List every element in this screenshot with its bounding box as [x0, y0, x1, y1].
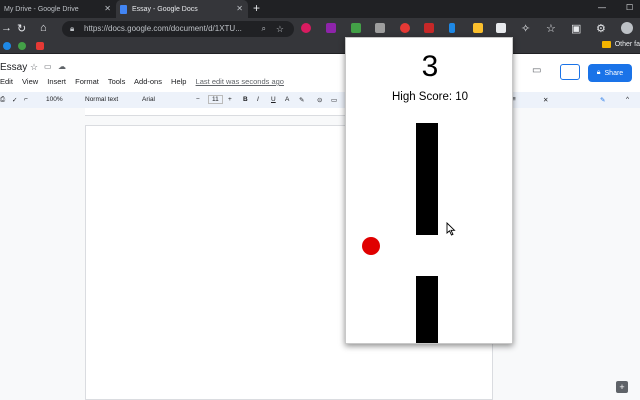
document-title[interactable]: Essay	[0, 62, 27, 73]
menu-format[interactable]: Format	[75, 77, 99, 86]
extension-icon[interactable]	[375, 23, 385, 33]
tab-title-docs: Essay - Google Docs	[132, 5, 198, 13]
tab-google-docs[interactable]: Essay - Google Docs ✕	[116, 0, 248, 18]
style-select[interactable]: Normal text	[85, 96, 118, 103]
extension-icon[interactable]	[424, 23, 434, 33]
share-label: Share	[604, 69, 624, 77]
docs-icon	[120, 4, 127, 14]
last-edit-link[interactable]: Last edit was seconds ago	[196, 77, 284, 86]
bottom-pipe	[416, 276, 438, 343]
zoom-select[interactable]: 100%	[46, 96, 63, 103]
present-button[interactable]	[560, 64, 580, 80]
extension-icon[interactable]	[449, 23, 455, 33]
current-score: 3	[421, 50, 439, 83]
minimize-icon[interactable]: —	[598, 3, 606, 12]
link-icon[interactable]: ⊝	[317, 96, 322, 104]
comment-add-icon[interactable]: ▭	[331, 96, 337, 104]
close-tab-icon[interactable]: ✕	[236, 4, 243, 13]
menu-addons[interactable]: Add-ons	[134, 77, 162, 86]
menu-tools[interactable]: Tools	[108, 77, 126, 86]
extension-icon[interactable]	[301, 23, 311, 33]
cloud-icon: ☁	[58, 62, 66, 71]
clear-format-icon[interactable]: ✕	[543, 96, 548, 104]
extension-icon[interactable]	[496, 23, 506, 33]
other-bookmarks-label: Other fa	[614, 41, 640, 48]
gear-icon[interactable]	[3, 42, 11, 50]
side-panel-toggle-icon[interactable]: +	[616, 381, 628, 393]
bookmarks-bar: Other fa	[0, 40, 640, 54]
highlight-icon[interactable]: ✎	[299, 96, 304, 104]
decrease-font-icon[interactable]: −	[196, 96, 200, 103]
favorites-icon[interactable]: ☆	[546, 22, 556, 35]
spellcheck-icon[interactable]: ✓	[12, 96, 17, 104]
menu-view[interactable]: View	[22, 77, 38, 86]
url-text: https://docs.google.com/document/d/1XTU.…	[84, 24, 242, 33]
new-tab-button[interactable]: +	[253, 1, 260, 15]
formatting-toolbar: ⎙ ✓ ⌐ 100% Normal text Arial − 11 + B I …	[0, 92, 640, 108]
collections-icon[interactable]: ▣	[571, 22, 581, 35]
menu-insert[interactable]: Insert	[47, 77, 66, 86]
underline-icon[interactable]: U	[271, 96, 276, 103]
star-icon[interactable]: ☆	[276, 21, 284, 37]
home-icon[interactable]: ⌂	[40, 22, 47, 34]
game-popup[interactable]: 3 High Score: 10	[345, 37, 513, 344]
extension-icon[interactable]	[351, 23, 361, 33]
menu-help[interactable]: Help	[171, 77, 186, 86]
print-icon[interactable]: ⎙	[0, 96, 5, 104]
extension-icon[interactable]	[326, 23, 336, 33]
player-ball	[362, 237, 380, 255]
forward-icon[interactable]: →	[1, 22, 12, 34]
docs-header: Essay ☆ ▭ ☁ Edit View Insert Format Tool…	[0, 54, 640, 92]
lock-icon: 🔒︎	[596, 69, 601, 76]
star-icon[interactable]: ☆	[30, 62, 38, 73]
other-bookmarks[interactable]: Other fa	[601, 41, 640, 48]
extension-icon[interactable]	[400, 23, 410, 33]
top-pipe	[416, 123, 438, 235]
address-bar[interactable]: 🔒︎ https://docs.google.com/document/d/1X…	[62, 21, 294, 37]
menu-edit[interactable]: Edit	[0, 77, 13, 86]
chevron-up-icon[interactable]: ^	[626, 96, 629, 103]
comment-icon[interactable]: ▭	[532, 65, 541, 76]
bold-icon[interactable]: B	[243, 96, 248, 103]
font-size-input[interactable]: 11	[208, 95, 223, 104]
editing-mode-icon[interactable]: ✎	[600, 96, 605, 104]
tab-google-drive[interactable]: My Drive - Google Drive ✕	[0, 0, 116, 18]
bookmark-icon[interactable]	[36, 42, 44, 50]
italic-icon[interactable]: I	[257, 96, 259, 103]
tab-strip: My Drive - Google Drive ✕ Essay - Google…	[0, 0, 640, 18]
window-icon[interactable]: ☐	[626, 3, 633, 12]
puzzle-icon[interactable]: ✧	[521, 22, 530, 35]
bookmark-icon[interactable]	[18, 42, 26, 50]
tab-title-drive: My Drive - Google Drive	[4, 5, 79, 13]
increase-font-icon[interactable]: +	[228, 96, 232, 103]
menu-bar: Edit View Insert Format Tools Add-ons He…	[0, 77, 291, 86]
folder-icon	[601, 41, 611, 48]
close-tab-icon[interactable]: ✕	[104, 4, 111, 13]
folder-icon[interactable]: ▭	[44, 62, 52, 71]
reload-icon[interactable]: ↻	[17, 22, 26, 35]
mouse-cursor-icon	[446, 222, 456, 236]
extension-icon[interactable]	[473, 23, 483, 33]
high-score: High Score: 10	[391, 91, 469, 103]
font-select[interactable]: Arial	[142, 96, 155, 103]
share-button[interactable]: 🔒︎ Share	[588, 64, 632, 82]
paint-format-icon[interactable]: ⌐	[24, 96, 28, 103]
search-icon[interactable]: ⌕	[262, 21, 266, 37]
text-color-icon[interactable]: A	[285, 96, 289, 103]
lock-icon: 🔒︎	[70, 24, 75, 33]
avatar[interactable]	[621, 22, 633, 34]
browser-toolbar: → ↻ ⌂ 🔒︎ https://docs.google.com/documen…	[0, 18, 640, 40]
extensions-icon[interactable]: ⚙	[596, 22, 606, 35]
